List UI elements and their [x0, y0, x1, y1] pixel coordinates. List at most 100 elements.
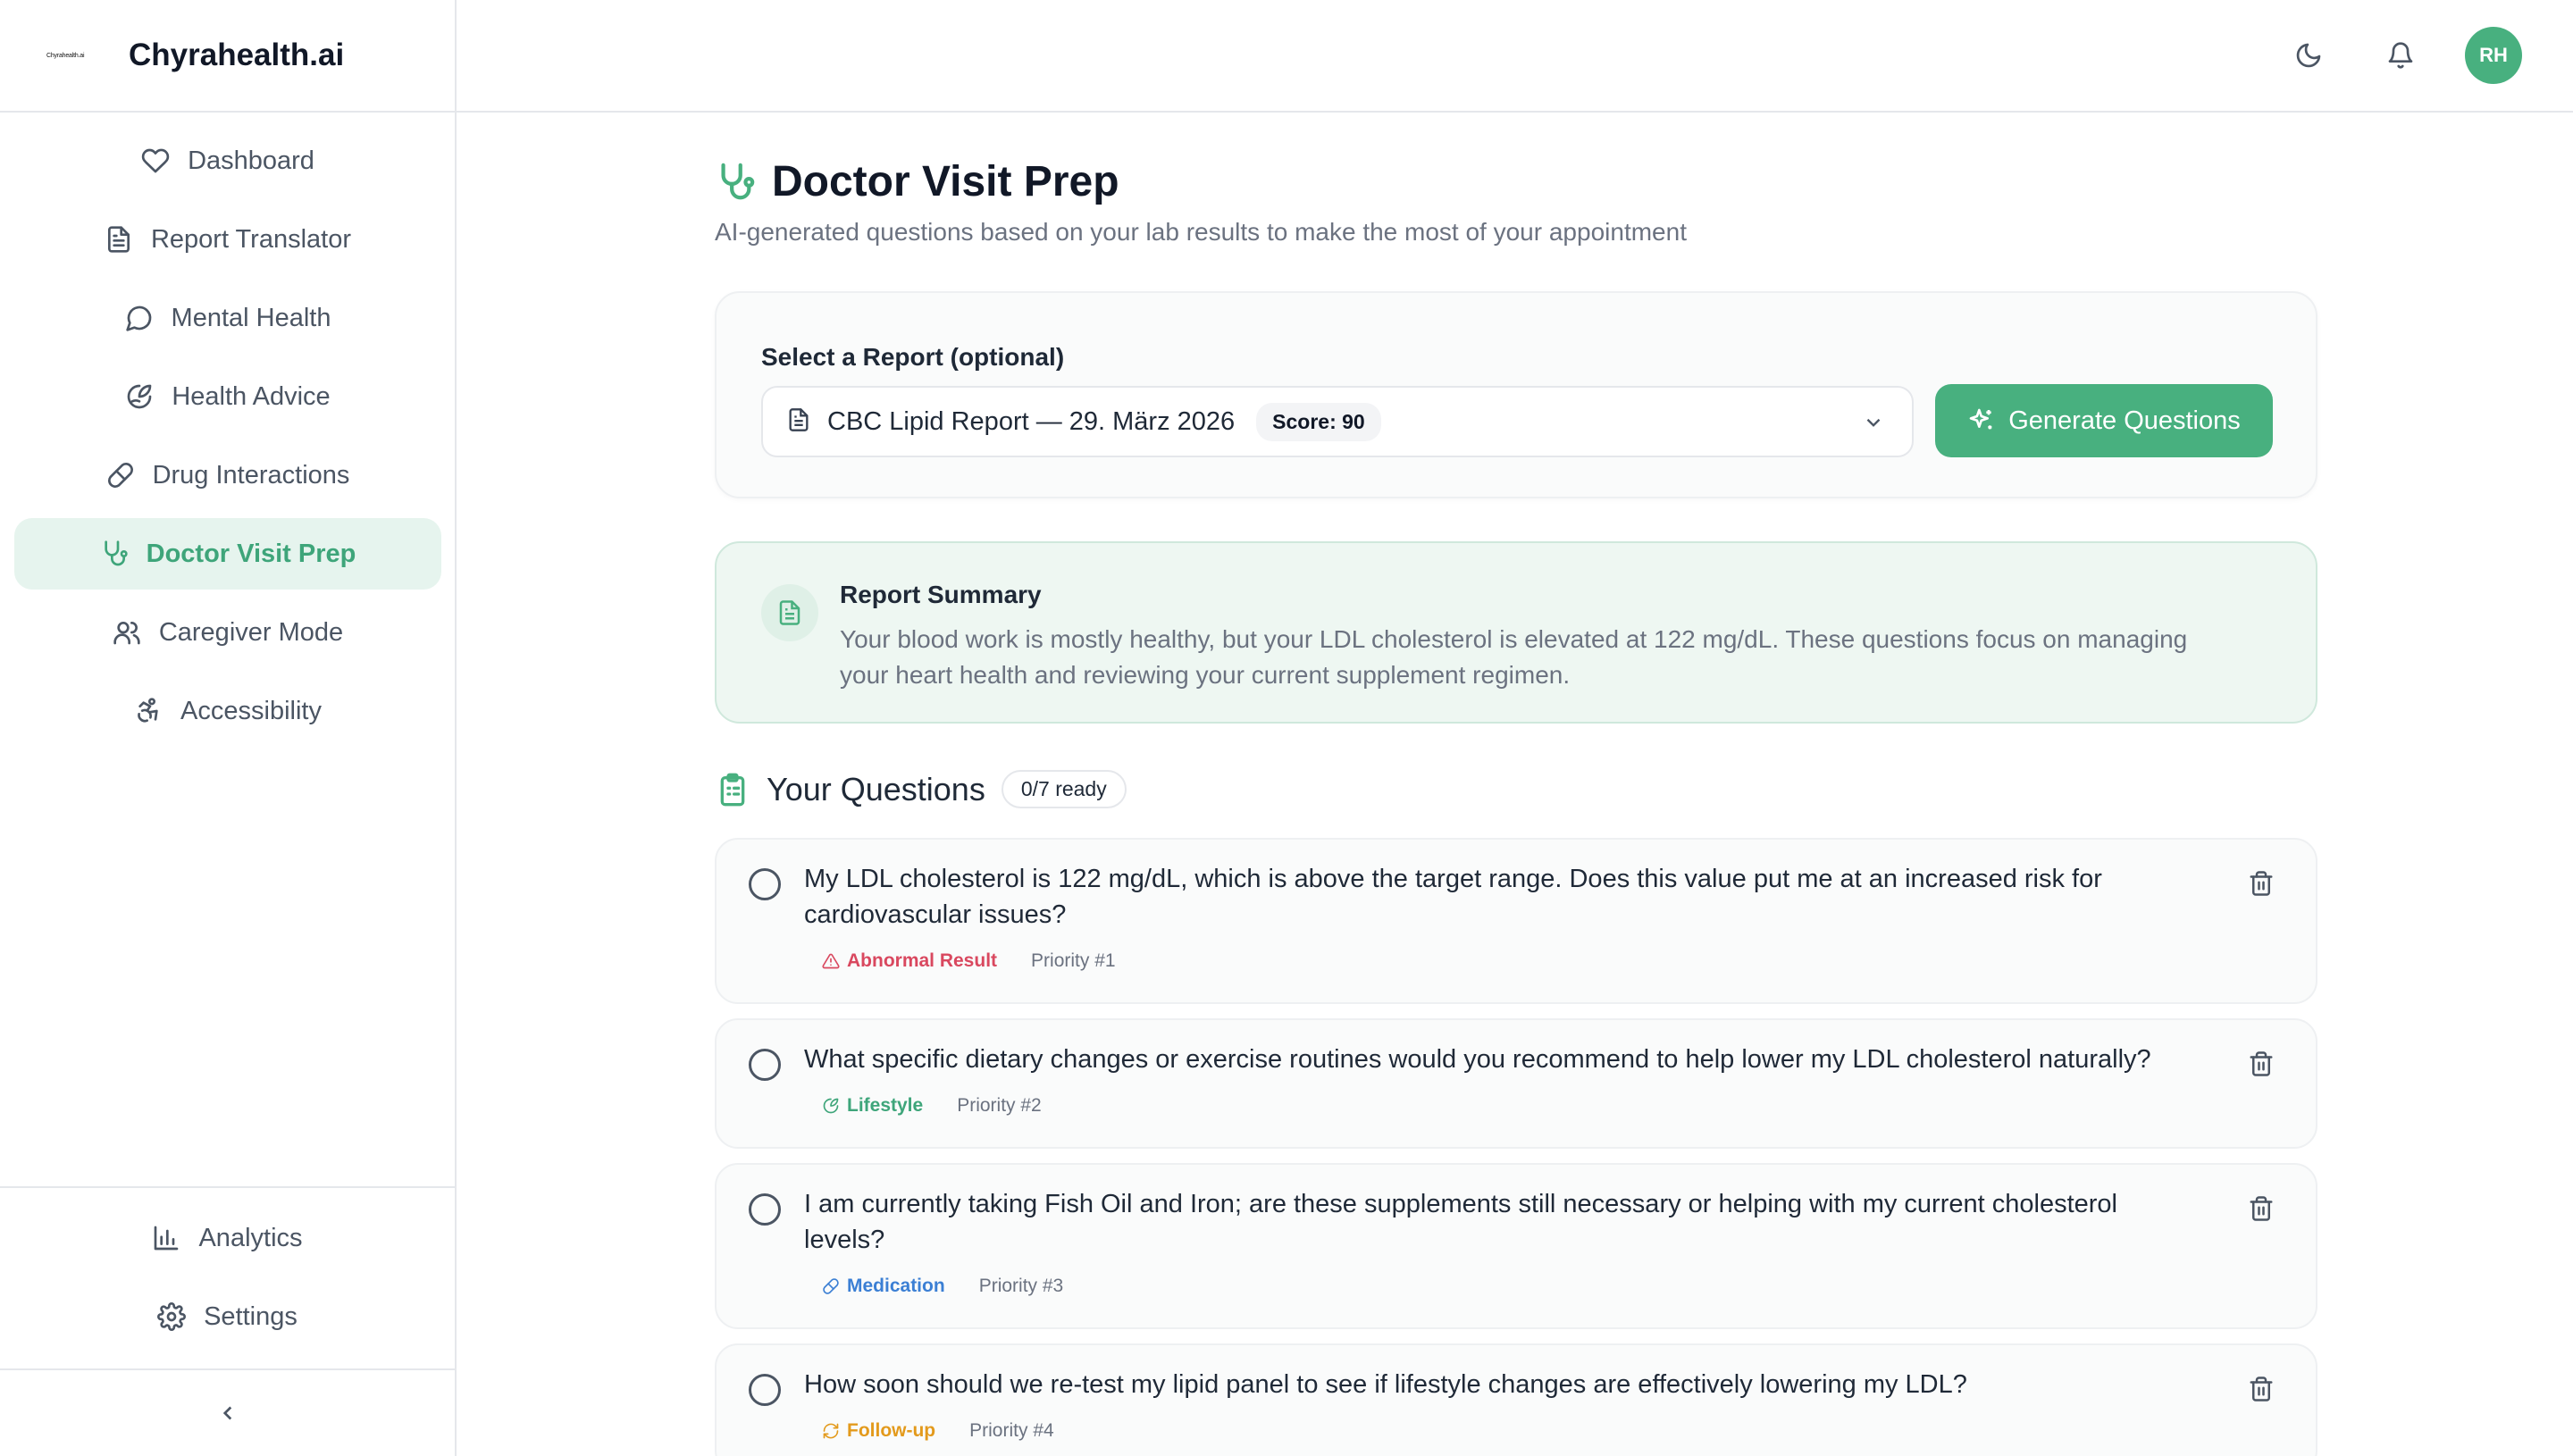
refresh-icon: [823, 1423, 839, 1439]
document-icon: [786, 407, 811, 437]
stethoscope-icon: [721, 163, 755, 199]
sidebar-item-caregiver-mode[interactable]: Caregiver Mode: [14, 597, 441, 668]
sidebar-item-mental-health[interactable]: Mental Health: [14, 282, 441, 354]
question-meta: Abnormal Result Priority #1: [822, 950, 1116, 972]
report-summary-text: Your blood work is mostly healthy, but y…: [840, 625, 2188, 689]
page-title: Doctor Visit Prep: [715, 157, 1119, 206]
sidebar-item-label: Mental Health: [171, 303, 331, 332]
sidebar-item-label: Dashboard: [188, 146, 314, 175]
document-icon: [107, 226, 130, 253]
gear-icon: [157, 1302, 187, 1331]
moon-icon: [2296, 43, 2321, 68]
heart-icon: [141, 148, 170, 173]
topbar: RH: [457, 0, 2573, 113]
question-meta: Lifestyle Priority #2: [822, 1095, 1042, 1117]
bell-icon: [2388, 42, 2413, 69]
sidebar-item-label: Accessibility: [180, 696, 322, 725]
sidebar-item-drug-interactions[interactable]: Drug Interactions: [14, 439, 441, 511]
score-badge: Score: 90: [1256, 402, 1381, 441]
users-icon: [113, 622, 140, 645]
sidebar-item-health-advice[interactable]: Health Advice: [14, 361, 441, 432]
question-text: How soon should we re-test my lipid pane…: [804, 1370, 1967, 1399]
priority-label: Priority #4: [969, 1420, 1054, 1441]
sidebar-item-label: Caregiver Mode: [158, 617, 344, 647]
delete-question-button[interactable]: [2246, 1374, 2276, 1404]
category-tag: Abnormal Result: [822, 950, 997, 972]
question-card: I am currently taking Fish Oil and Iron;…: [715, 1163, 2317, 1329]
question-card: My LDL cholesterol is 122 mg/dL, which i…: [715, 838, 2317, 1004]
leaf-icon: [128, 384, 152, 409]
sidebar-item-label: Analytics: [198, 1223, 303, 1252]
priority-label: Priority #1: [1031, 950, 1116, 971]
selected-report: CBC Lipid Report — 29. März 2026: [827, 406, 1236, 436]
sidebar-bottom-nav: Analytics Settings: [0, 1186, 455, 1360]
pill-icon: [823, 1278, 839, 1294]
trash-icon: [2250, 1196, 2273, 1221]
category-tag: Follow-up: [822, 1420, 935, 1442]
trash-icon: [2250, 1051, 2273, 1076]
report-select-dropdown[interactable]: CBC Lipid Report — 29. März 2026 Score: …: [761, 386, 1914, 457]
chevron-down-icon: [1862, 411, 1885, 439]
report-select-label: Select a Report (optional): [761, 343, 1065, 371]
delete-question-button[interactable]: [2246, 1193, 2276, 1224]
sidebar-item-dashboard[interactable]: Dashboard: [14, 125, 441, 197]
question-card: What specific dietary changes or exercis…: [715, 1018, 2317, 1149]
stethoscope-icon: [104, 540, 128, 566]
page-subtitle: AI-generated questions based on your lab…: [715, 218, 1687, 246]
leaf-icon: [823, 1098, 839, 1114]
question-checkbox[interactable]: [749, 1049, 781, 1081]
category-tag: Medication: [822, 1276, 945, 1297]
warning-icon: [822, 953, 840, 969]
sidebar-item-label: Drug Interactions: [152, 460, 350, 490]
sidebar-item-label: Report Translator: [150, 224, 352, 254]
question-meta: Medication Priority #3: [822, 1276, 1063, 1297]
sidebar-item-accessibility[interactable]: Accessibility: [14, 675, 441, 747]
category-tag: Lifestyle: [822, 1095, 923, 1117]
trash-icon: [2250, 1377, 2273, 1402]
sparkles-icon: [1969, 408, 1992, 430]
question-checkbox[interactable]: [749, 868, 781, 900]
brand[interactable]: Chyrahealth.ai Chyrahealth.ai: [0, 0, 455, 113]
report-select-card: Select a Report (optional) CBC Lipid Rep…: [715, 291, 2317, 498]
sidebar-item-label: Doctor Visit Prep: [146, 539, 356, 568]
questions-header: Your Questions 0/7 ready: [715, 770, 1127, 808]
delete-question-button[interactable]: [2246, 868, 2276, 899]
sidebar-nav: Dashboard Report Translator Mental Healt…: [14, 125, 441, 754]
trash-icon: [2250, 871, 2273, 896]
notifications-button[interactable]: [2381, 36, 2420, 75]
generate-questions-button[interactable]: Generate Questions: [1935, 384, 2273, 457]
dark-mode-toggle[interactable]: [2289, 36, 2328, 75]
avatar[interactable]: RH: [2465, 27, 2522, 84]
question-checkbox[interactable]: [749, 1374, 781, 1406]
delete-question-button[interactable]: [2246, 1049, 2276, 1079]
sidebar-item-label: Settings: [204, 1301, 298, 1331]
accessibility-icon: [138, 698, 158, 723]
page-title-text: Doctor Visit Prep: [772, 158, 1119, 205]
report-summary-card: Report Summary Your blood work is mostly…: [715, 541, 2317, 724]
document-icon: [761, 584, 818, 641]
question-checkbox[interactable]: [749, 1193, 781, 1226]
generate-questions-label: Generate Questions: [2008, 406, 2241, 435]
question-text: What specific dietary changes or exercis…: [804, 1045, 2151, 1074]
sidebar-item-label: Health Advice: [172, 381, 331, 411]
sidebar-item-analytics[interactable]: Analytics: [14, 1202, 440, 1274]
chat-icon: [125, 305, 151, 331]
sidebar: Chyrahealth.ai Chyrahealth.ai Dashboard …: [0, 0, 457, 1456]
question-text: My LDL cholesterol is 122 mg/dL, which i…: [804, 865, 2102, 929]
bar-chart-icon: [155, 1226, 179, 1251]
report-summary-title: Report Summary: [840, 581, 1042, 608]
question-text: I am currently taking Fish Oil and Iron;…: [804, 1190, 2117, 1254]
sidebar-item-settings[interactable]: Settings: [14, 1281, 440, 1352]
chevron-left-icon: [222, 1406, 231, 1420]
sidebar-item-doctor-visit-prep[interactable]: Doctor Visit Prep: [14, 518, 441, 590]
priority-label: Priority #3: [978, 1276, 1064, 1296]
collapse-sidebar-button[interactable]: [0, 1368, 455, 1456]
questions-title: Your Questions: [767, 770, 985, 807]
question-card: How soon should we re-test my lipid pane…: [715, 1343, 2317, 1456]
question-meta: Follow-up Priority #4: [822, 1420, 1054, 1442]
brand-logo: Chyrahealth.ai: [46, 52, 85, 59]
clipboard-list-icon: [720, 773, 745, 806]
priority-label: Priority #2: [957, 1095, 1042, 1116]
brand-name: Chyrahealth.ai: [129, 38, 345, 72]
sidebar-item-report-translator[interactable]: Report Translator: [14, 204, 441, 275]
